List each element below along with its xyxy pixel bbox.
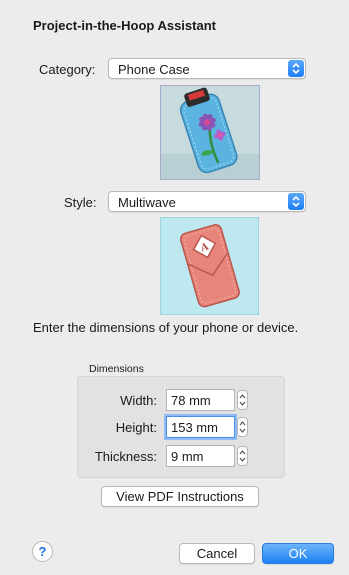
ok-button[interactable]: OK: [262, 543, 334, 564]
style-select[interactable]: Multiwave: [108, 191, 306, 212]
thickness-value: 9 mm: [171, 449, 204, 464]
style-select-value: Multiwave: [118, 195, 176, 210]
help-icon[interactable]: ?: [32, 541, 53, 562]
width-stepper[interactable]: [237, 390, 248, 410]
stepper-arrows-icon: [239, 421, 246, 433]
phone-case-preview-image: [160, 85, 260, 180]
dialog-title: Project-in-the-Hoop Assistant: [33, 18, 216, 33]
chevron-updown-icon: [288, 60, 304, 77]
category-select[interactable]: Phone Case: [108, 58, 306, 79]
dimensions-group-title: Dimensions: [89, 363, 144, 375]
height-value: 153 mm: [171, 420, 218, 435]
height-field[interactable]: 153 mm: [166, 416, 235, 438]
thickness-label: Thickness:: [94, 449, 157, 464]
stepper-arrows-icon: [239, 450, 246, 462]
thickness-stepper[interactable]: [237, 446, 248, 466]
assistant-dialog: Project-in-the-Hoop Assistant Category: …: [0, 0, 349, 575]
category-label: Category:: [39, 62, 96, 77]
width-value: 78 mm: [171, 393, 211, 408]
style-preview-image: A: [160, 217, 259, 315]
cancel-button[interactable]: Cancel: [179, 543, 255, 564]
width-label: Width:: [120, 393, 157, 408]
thickness-field[interactable]: 9 mm: [166, 445, 235, 467]
height-stepper[interactable]: [237, 417, 248, 437]
stepper-arrows-icon: [239, 394, 246, 406]
style-label: Style:: [64, 195, 97, 210]
category-select-value: Phone Case: [118, 62, 190, 77]
chevron-updown-icon: [288, 193, 304, 210]
view-pdf-instructions-button[interactable]: View PDF Instructions: [101, 486, 259, 507]
width-field[interactable]: 78 mm: [166, 389, 235, 411]
height-label: Height:: [115, 420, 157, 435]
instruction-text: Enter the dimensions of your phone or de…: [33, 320, 299, 335]
